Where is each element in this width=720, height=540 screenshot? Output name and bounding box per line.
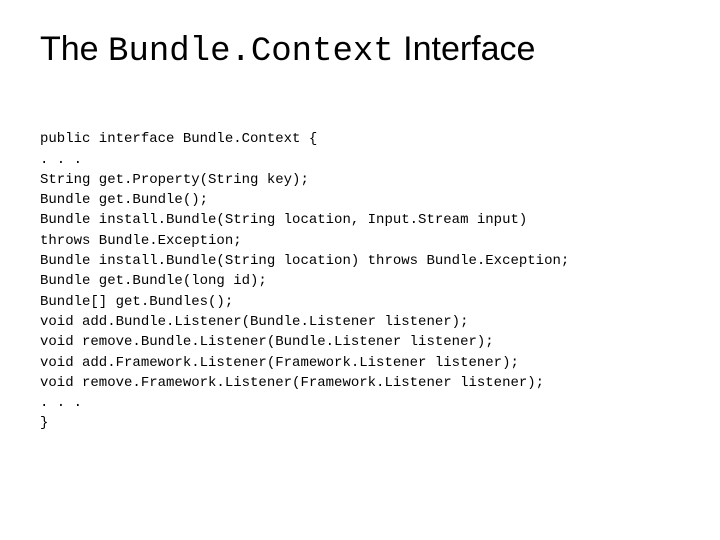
- code-line: void remove.Bundle.Listener(Bundle.Liste…: [40, 334, 494, 350]
- title-code: Bundle.Context: [108, 33, 394, 71]
- code-line: throws Bundle.Exception;: [40, 233, 242, 249]
- code-block: public interface Bundle.Context { . . . …: [40, 109, 680, 434]
- code-line: Bundle install.Bundle(String location) t…: [40, 253, 569, 269]
- code-line: void add.Bundle.Listener(Bundle.Listener…: [40, 314, 468, 330]
- code-line: Bundle get.Bundle(long id);: [40, 273, 267, 289]
- slide-title: The Bundle.Context Interface: [40, 30, 680, 71]
- code-line: Bundle get.Bundle();: [40, 192, 208, 208]
- code-line: String get.Property(String key);: [40, 172, 309, 188]
- code-line: . . .: [40, 152, 82, 168]
- title-word-1: The: [40, 30, 108, 68]
- code-line: Bundle install.Bundle(String location, I…: [40, 212, 527, 228]
- code-line: public interface Bundle.Context {: [40, 131, 317, 147]
- code-line: }: [40, 415, 48, 431]
- code-line: Bundle[] get.Bundles();: [40, 294, 233, 310]
- code-line: . . .: [40, 395, 82, 411]
- code-line: void remove.Framework.Listener(Framework…: [40, 375, 544, 391]
- code-line: void add.Framework.Listener(Framework.Li…: [40, 355, 519, 371]
- title-word-2: Interface: [394, 30, 536, 68]
